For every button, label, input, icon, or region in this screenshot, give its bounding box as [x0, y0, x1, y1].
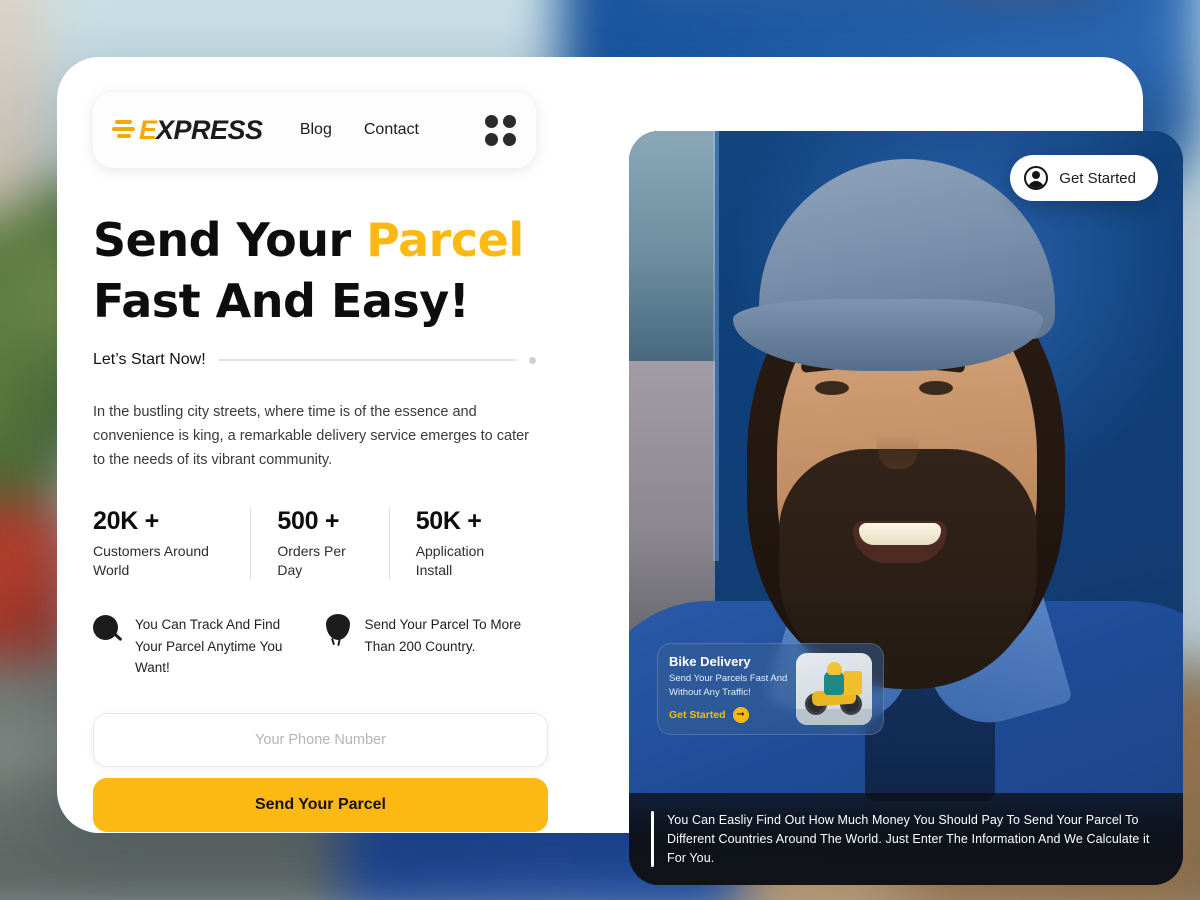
subheading: Let’s Start Now! — [93, 351, 206, 369]
caption-band: You Can Easliy Find Out How Much Money Y… — [629, 793, 1183, 885]
stats-row: 20K + Customers Around World 500 + Order… — [93, 507, 536, 580]
bike-delivery-get-started-link[interactable]: Get Started ➞ — [669, 706, 788, 723]
navbar: E XPRESS Blog Contact — [93, 92, 536, 168]
divider-end-dot — [529, 356, 536, 364]
stat-label: Application Install — [415, 543, 485, 579]
stat-value: 500 + — [277, 507, 340, 536]
caption-text: You Can Easliy Find Out How Much Money Y… — [667, 812, 1150, 865]
bike-delivery-title: Bike Delivery — [669, 654, 751, 669]
nav-link-blog[interactable]: Blog — [300, 121, 332, 139]
stat-label: Customers Around World — [93, 543, 209, 579]
headline-line1-plain: Send Your — [93, 213, 367, 267]
photo-courier-nose — [877, 411, 919, 469]
delivery-scooter-thumbnail — [796, 653, 872, 725]
headline-line2: Fast And Easy! — [93, 273, 470, 328]
photo-wall — [629, 361, 715, 641]
divider-line — [217, 359, 517, 362]
stat-label: Orders Per Day — [277, 543, 346, 579]
photo-window — [629, 131, 715, 361]
intro-paragraph: In the bustling city streets, where time… — [93, 404, 530, 469]
photo-courier-eye-right — [919, 381, 953, 395]
nav-links: Blog Contact — [300, 114, 516, 146]
features-row: You Can Track And Find Your Parcel Anyti… — [93, 613, 537, 679]
feature-text: You Can Track And Find Your Parcel Anyti… — [135, 616, 283, 676]
landing-page-card: E XPRESS Blog Contact Send Your Parcel F… — [57, 57, 1183, 885]
grid-dots-icon[interactable] — [485, 114, 516, 146]
bike-delivery-card[interactable]: Bike Delivery Send Your Parcels Fast And… — [657, 643, 884, 735]
speed-lines-icon — [112, 117, 141, 143]
photo-courier-teeth — [859, 523, 941, 545]
logo-letter-e: E — [139, 114, 157, 145]
phone-number-input[interactable] — [93, 712, 548, 767]
bike-delivery-info: Bike Delivery Send Your Parcels Fast And… — [669, 654, 788, 724]
feature-item-coverage: Send Your Parcel To More Than 200 Countr… — [323, 613, 537, 679]
stat-value: 20K + — [93, 507, 159, 536]
courier-photo-panel: Get Started Bike Delivery Send Your Parc… — [629, 131, 1183, 885]
photo-van-panel-seam — [713, 131, 719, 561]
caption-accent-rule — [651, 811, 654, 867]
feature-item-tracking: You Can Track And Find Your Parcel Anyti… — [93, 614, 307, 679]
get-started-label: Get Started — [1059, 169, 1136, 187]
hero-content-pane: E XPRESS Blog Contact Send Your Parcel F… — [57, 57, 572, 833]
stat-value: 50K + — [415, 507, 482, 536]
page-title: Send Your Parcel Fast And Easy! — [93, 210, 536, 331]
location-pin-icon — [323, 613, 353, 647]
photo-courier-eye-left — [815, 381, 849, 395]
feature-text: Send Your Parcel To More Than 200 Countr… — [364, 616, 522, 654]
bike-delivery-cta-label: Get Started — [669, 708, 726, 721]
search-icon — [93, 614, 123, 645]
headline-accent-word: Parcel — [366, 213, 524, 267]
logo-wordmark: XPRESS — [156, 114, 263, 145]
user-avatar-icon — [1024, 166, 1049, 190]
arrow-right-circle-icon: ➞ — [732, 706, 749, 723]
stat-item-installs: 50K + Application Install — [388, 507, 536, 580]
send-parcel-button[interactable]: Send Your Parcel — [93, 777, 548, 832]
subheading-row: Let’s Start Now! — [93, 351, 536, 369]
background-van-roof — [630, 0, 1150, 20]
get-started-button[interactable]: Get Started — [1010, 155, 1158, 201]
nav-link-contact[interactable]: Contact — [364, 121, 419, 139]
bike-delivery-subtitle: Send Your Parcels Fast And Without Any T… — [669, 673, 788, 698]
stat-item-orders: 500 + Orders Per Day — [250, 507, 388, 580]
stat-item-customers: 20K + Customers Around World — [93, 507, 250, 580]
brand-logo[interactable]: E XPRESS — [112, 114, 263, 146]
